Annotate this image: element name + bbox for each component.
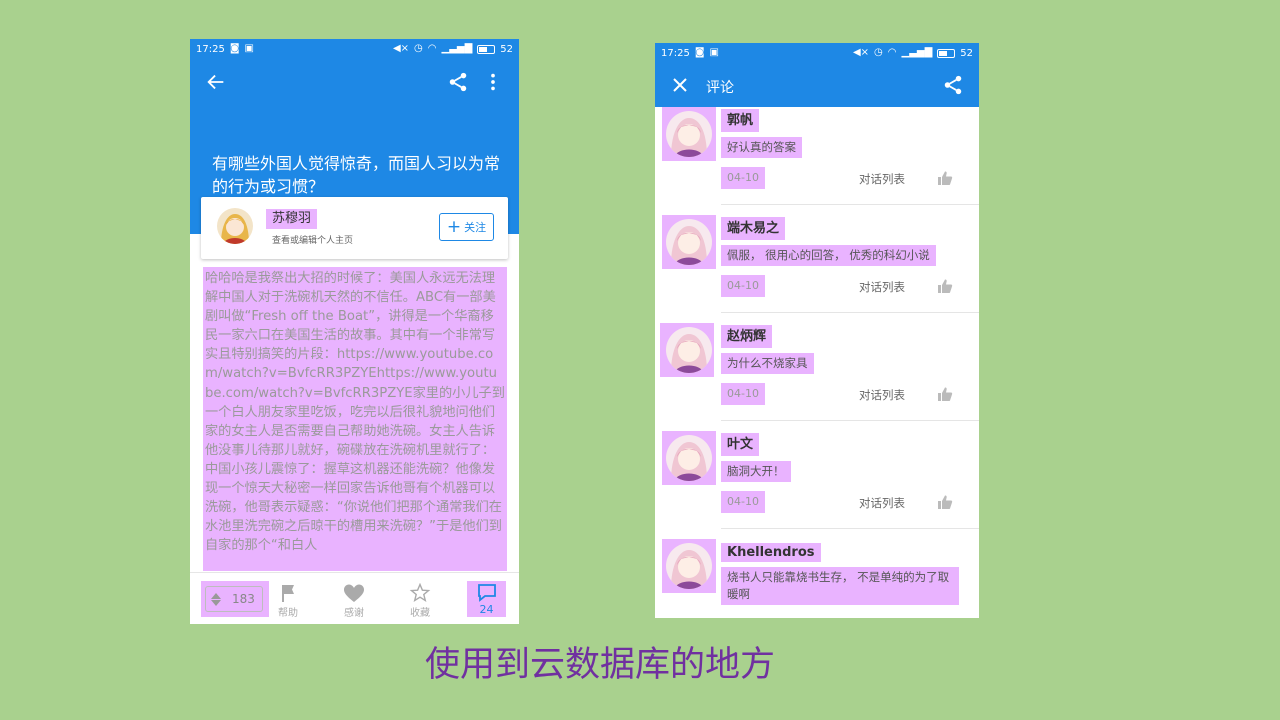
plus-icon: + [446,216,462,237]
comment-date: 04-10 [721,383,765,405]
author-profile-hint: 查看或编辑个人主页 [272,236,354,246]
thanks-label: 感谢 [344,608,364,619]
camera-icon: ◙ [229,43,240,54]
comment-item: 赵炳辉 为什么不烧家具 04-10 对话列表 [655,313,979,421]
downvote-icon [211,599,221,606]
comment-list: 郭帆 好认真的答案 04-10 对话列表 端木易之 佩服， 很用心的回答， 优秀… [655,107,979,618]
comment-item: Khellendros 烧书人只能靠烧书生存， 不是单纯的为了取暖啊 [655,529,979,618]
camera-icon: ◙ [694,47,705,58]
comment-item: 端木易之 佩服， 很用心的回答， 优秀的科幻小说 04-10 对话列表 [655,205,979,313]
alarm-icon: ◷ [414,43,423,54]
image-icon: ▣ [709,47,719,58]
comment-date: 04-10 [721,167,765,189]
battery-level: 52 [500,43,513,55]
follow-label: 关注 [464,221,487,234]
comment-item: 叶文 脑洞大开！ 04-10 对话列表 [655,421,979,529]
question-title: 有哪些外国人觉得惊奇，而国人习以为常的行为或习惯？ [212,154,501,196]
avatar[interactable] [666,543,712,589]
thread-link[interactable]: 对话列表 [859,279,905,295]
like-icon[interactable] [937,386,953,402]
more-options-icon[interactable] [485,71,501,93]
favorite-button[interactable]: 收藏 [400,583,440,619]
comment-author[interactable]: 郭帆 [721,109,760,132]
slide-caption: 使用到云数据库的地方 [425,645,776,685]
comments-screen: 17:25 ◙ ▣ ◀× ◷ ◠ ▁▃▅▇ 52 评论 郭帆 好认真的答案 04… [655,43,979,618]
star-icon [409,583,431,603]
author-avatar[interactable] [217,208,253,244]
back-arrow-icon[interactable] [205,71,227,93]
author-name[interactable]: 苏穆羽 [266,209,318,229]
answer-screen: 17:25 ◙ ▣ ◀× ◷ ◠ ▁▃▅▇ 52 有哪些外国人觉得惊奇，而国人习… [190,39,519,624]
thanks-button[interactable]: 感谢 [334,583,374,619]
avatar[interactable] [666,327,712,373]
avatar[interactable] [666,219,712,265]
thread-link[interactable]: 对话列表 [859,171,905,187]
comment-icon [477,584,496,602]
like-icon[interactable] [937,494,953,510]
comment-item: 郭帆 好认真的答案 04-10 对话列表 [655,97,979,205]
avatar[interactable] [666,111,712,157]
comment-author[interactable]: 叶文 [721,433,760,456]
status-bar: 17:25 ◙ ▣ ◀× ◷ ◠ ▁▃▅▇ 52 [190,39,519,59]
battery-icon [477,44,496,54]
comment-date: 04-10 [721,275,765,297]
battery-level: 52 [960,47,973,59]
signal-icon: ▁▃▅▇ [901,47,933,58]
answer-body: 哈哈哈是我祭出大招的时候了：美国人永远无法理解中国人对于洗碗机天然的不信任。AB… [203,267,507,571]
comment-count: 24 [479,603,494,616]
comment-author[interactable]: Khellendros [721,543,821,562]
image-icon: ▣ [244,43,254,54]
like-icon[interactable] [937,170,953,186]
flag-icon [282,585,294,602]
page-title: 评论 [706,80,734,96]
mute-icon: ◀× [392,43,410,54]
battery-icon [937,48,956,58]
bottom-action-bar: 183 帮助 感谢 收藏 24 [190,572,519,624]
comment-author[interactable]: 赵炳辉 [721,325,773,348]
status-bar: 17:25 ◙ ▣ ◀× ◷ ◠ ▁▃▅▇ 52 [655,43,979,63]
status-time: 17:25 [661,47,690,59]
comment-text: 烧书人只能靠烧书生存， 不是单纯的为了取暖啊 [721,567,959,605]
mute-icon: ◀× [852,47,870,58]
comment-text: 佩服， 很用心的回答， 优秀的科幻小说 [721,245,936,266]
help-button[interactable]: 帮助 [268,583,308,619]
vote-button[interactable]: 183 [205,586,263,612]
favorite-label: 收藏 [410,608,430,619]
avatar[interactable] [666,435,712,481]
upvote-icon [211,592,221,599]
thread-link[interactable]: 对话列表 [859,495,905,511]
comment-text: 脑洞大开！ [721,461,791,482]
wifi-icon: ◠ [427,43,437,54]
comment-text: 为什么不烧家具 [721,353,814,374]
like-icon[interactable] [937,278,953,294]
thread-link[interactable]: 对话列表 [859,387,905,403]
heart-icon [344,584,364,602]
share-icon[interactable] [447,71,469,93]
share-icon[interactable] [942,74,964,96]
comment-author[interactable]: 端木易之 [721,217,786,240]
help-label: 帮助 [278,608,298,619]
vote-count: 183 [232,592,255,606]
close-icon[interactable] [670,75,690,95]
follow-button[interactable]: + 关注 [439,213,494,241]
alarm-icon: ◷ [874,47,883,58]
author-card[interactable]: 苏穆羽 查看或编辑个人主页 + 关注 [201,197,508,259]
status-time: 17:25 [196,43,225,55]
comment-button[interactable]: 24 [467,581,506,617]
comment-text: 好认真的答案 [721,137,802,158]
comment-date: 04-10 [721,491,765,513]
signal-icon: ▁▃▅▇ [441,43,473,54]
wifi-icon: ◠ [887,47,897,58]
